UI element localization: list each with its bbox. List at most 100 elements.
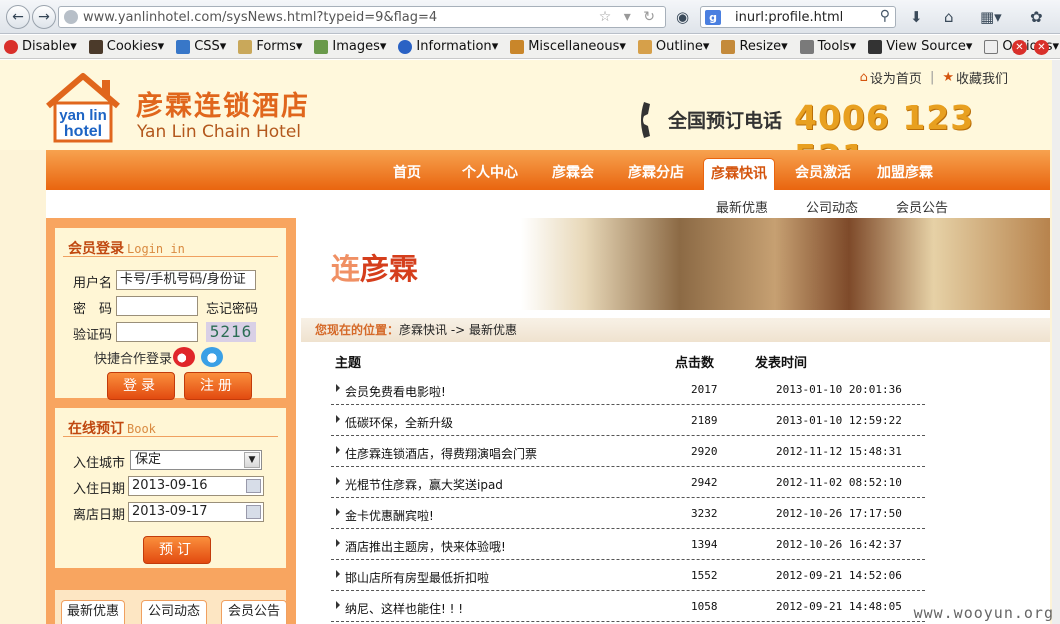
menu-item-profile[interactable]: 个人中心 <box>462 162 518 182</box>
wd-tools[interactable]: Tools ▾ <box>799 39 856 54</box>
search-box[interactable]: g inurl:profile.html ⚲ <box>700 6 896 28</box>
table-row[interactable]: 光棍节住彦霖，赢大奖送ipad 2942 2012-11-02 08:52:10 <box>331 467 925 498</box>
captcha-image[interactable]: 5216 <box>206 322 256 342</box>
search-icon[interactable]: ⚲ <box>880 8 890 24</box>
divider <box>63 436 278 437</box>
forward-button[interactable]: → <box>32 5 56 29</box>
back-button[interactable]: ← <box>6 5 30 29</box>
addons-icon[interactable]: ▦▾ <box>980 8 1002 26</box>
wd-resize[interactable]: Resize ▾ <box>721 39 788 54</box>
wd-outline[interactable]: Outline ▾ <box>637 39 709 54</box>
register-button[interactable]: 注册 <box>184 372 252 400</box>
close-icon[interactable]: ✕ <box>1012 40 1027 55</box>
options-icon <box>984 39 999 54</box>
bookmark-star-icon[interactable]: ☆ ▾ ↻ <box>599 9 659 25</box>
chevron-down-icon[interactable]: ▼ <box>244 452 260 468</box>
checkin-input[interactable]: 2013-09-16 <box>128 476 264 496</box>
sub-item-announcements[interactable]: 会员公告 <box>896 197 948 216</box>
news-title[interactable]: 金卡优惠酬宾啦! <box>345 507 434 524</box>
table-row[interactable]: 会员免费看电影啦! 2017 2013-01-10 20:01:36 <box>331 374 925 405</box>
tab-company-news[interactable]: 公司动态 <box>141 600 207 624</box>
forms-icon <box>238 39 253 54</box>
password-input[interactable] <box>116 296 198 316</box>
add-favorite-link[interactable]: 收藏我们 <box>956 68 1008 87</box>
google-icon[interactable]: g <box>705 10 721 25</box>
news-time: 2013-01-10 12:59:22 <box>776 414 902 427</box>
arrow-icon <box>336 570 340 578</box>
menu-item-franchise[interactable]: 加盟彦霖 <box>877 162 933 182</box>
news-time: 2012-11-12 15:48:31 <box>776 445 902 458</box>
house-logo-icon[interactable]: yan lin hotel <box>42 72 124 144</box>
table-row[interactable]: 低碳环保，全新升级 2189 2013-01-10 12:59:22 <box>331 405 925 436</box>
wd-cookies[interactable]: Cookies ▾ <box>88 39 164 54</box>
table-row[interactable]: 酒店推出主题房，快来体验哦! 1394 2012-10-26 16:42:37 <box>331 529 925 560</box>
news-title[interactable]: 酒店推出主题房，快来体验哦! <box>345 538 506 555</box>
news-title[interactable]: 会员免费看电影啦! <box>345 383 446 400</box>
webpage: yan lin hotel 彦霖连锁酒店 Yan Lin Chain Hotel… <box>0 60 1060 624</box>
table-row[interactable]: 住彦霖连锁酒店，得费翔演唱会门票 2920 2012-11-12 15:48:31 <box>331 436 925 467</box>
stop-icon[interactable]: ◉ <box>676 8 689 26</box>
news-title[interactable]: 低碳环保，全新升级 <box>345 414 453 431</box>
misc-icon <box>510 39 525 54</box>
browser-navbar: ← → www.yanlinhotel.com/sysNews.html?typ… <box>0 0 1060 34</box>
menu-item-activate[interactable]: 会员激活 <box>795 162 851 182</box>
news-time: 2012-11-02 08:52:10 <box>776 476 902 489</box>
scrollbar[interactable] <box>1052 60 1060 624</box>
calendar-icon[interactable] <box>246 479 261 493</box>
username-input[interactable]: 卡号/手机号码/身份证 <box>116 270 256 290</box>
wd-information[interactable]: Information ▾ <box>398 39 498 54</box>
address-bar[interactable]: www.yanlinhotel.com/sysNews.html?typeid=… <box>58 6 666 28</box>
wd-css[interactable]: CSS ▾ <box>176 39 226 54</box>
news-title[interactable]: 纳尼、这样也能住! ! ! <box>345 600 463 617</box>
set-home-link[interactable]: 设为首页 <box>870 68 922 87</box>
wd-disable[interactable]: Disable ▾ <box>4 39 77 54</box>
wd-images[interactable]: Images ▾ <box>314 39 386 54</box>
news-title[interactable]: 邯山店所有房型最低折扣啦 <box>345 569 489 586</box>
forgot-password-link[interactable]: 忘记密码 <box>206 298 258 317</box>
news-hits: 2189 <box>691 414 718 427</box>
wd-label: Information <box>416 39 492 54</box>
view-source-icon <box>868 39 883 54</box>
bug-icon[interactable]: ✿ <box>1030 8 1043 26</box>
menu-item-club[interactable]: 彦霖会 <box>552 162 594 182</box>
city-label: 入住城市 <box>73 456 126 471</box>
tencent-weibo-icon[interactable] <box>201 347 223 367</box>
home-icon[interactable]: ⌂ <box>944 8 954 26</box>
tab-announcements[interactable]: 会员公告 <box>221 600 287 624</box>
globe-icon <box>64 10 78 24</box>
checkout-input[interactable]: 2013-09-17 <box>128 502 264 522</box>
news-hits: 2920 <box>691 445 718 458</box>
news-title[interactable]: 光棍节住彦霖，赢大奖送ipad <box>345 476 503 493</box>
book-button[interactable]: 预订 <box>143 536 211 564</box>
download-icon[interactable]: ⬇ <box>910 8 923 26</box>
captcha-input[interactable] <box>116 322 198 342</box>
weibo-icon[interactable] <box>173 347 195 367</box>
booking-title: 在线预订 Book <box>68 421 156 437</box>
table-row[interactable]: 邯山店所有房型最低折扣啦 1552 2012-09-21 14:52:06 <box>331 560 925 591</box>
calendar-icon[interactable] <box>246 505 261 519</box>
username-label: 用户名 <box>73 276 113 291</box>
news-hits: 1552 <box>691 569 718 582</box>
table-row[interactable]: 纳尼、这样也能住! ! ! 1058 2012-09-21 14:48:05 <box>331 591 925 622</box>
sub-item-company-news[interactable]: 公司动态 <box>806 197 858 216</box>
column-time: 发表时间 <box>755 356 808 371</box>
sub-item-offers[interactable]: 最新优惠 <box>716 197 768 216</box>
city-value: 保定 <box>135 452 162 467</box>
menu-item-branches[interactable]: 彦霖分店 <box>628 162 684 182</box>
news-title[interactable]: 住彦霖连锁酒店，得费翔演唱会门票 <box>345 445 537 462</box>
quick-login-label: 快捷合作登录 <box>94 352 173 367</box>
checkin-label: 入住日期 <box>73 482 126 497</box>
menu-item-news[interactable]: 彦霖快讯 <box>703 158 775 192</box>
close-icon[interactable]: ✕ <box>1034 40 1049 55</box>
search-input[interactable]: inurl:profile.html <box>735 10 843 25</box>
brand-name-cn[interactable]: 彦霖连锁酒店 <box>136 84 310 123</box>
menu-item-home[interactable]: 首页 <box>393 162 421 182</box>
tab-offers[interactable]: 最新优惠 <box>61 600 125 624</box>
wd-forms[interactable]: Forms ▾ <box>238 39 302 54</box>
resize-icon <box>721 39 736 54</box>
login-button[interactable]: 登录 <box>107 372 175 400</box>
table-row[interactable]: 金卡优惠酬宾啦! 3232 2012-10-26 17:17:50 <box>331 498 925 529</box>
city-select[interactable]: 保定 ▼ <box>130 450 262 470</box>
wd-view-source[interactable]: View Source ▾ <box>868 39 972 54</box>
wd-misc[interactable]: Miscellaneous ▾ <box>510 39 626 54</box>
